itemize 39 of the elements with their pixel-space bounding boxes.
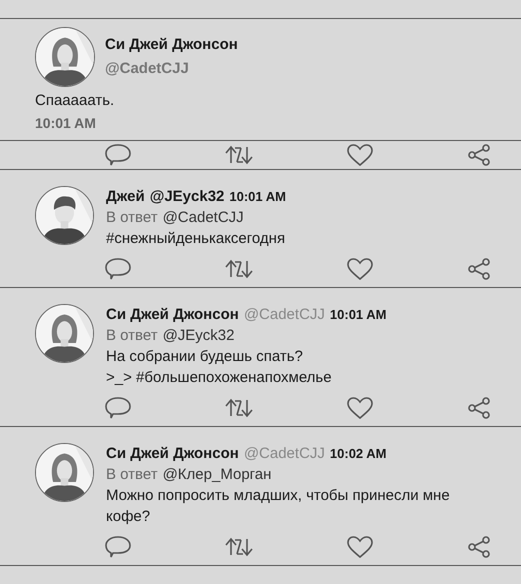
share-icon[interactable] <box>467 536 491 558</box>
author-handle: @JEyck32 <box>150 187 224 207</box>
tweet-time: 10:01 AM <box>35 114 97 133</box>
retweet-icon[interactable] <box>225 537 253 557</box>
reply-icon[interactable] <box>105 536 131 558</box>
retweet-icon[interactable] <box>225 259 253 279</box>
author-name: Си Джей Джонсон <box>106 305 239 325</box>
author-name: Си Джей Джонсон <box>105 35 238 55</box>
tweet-text: Можно попросить младших, чтобы принесли мне кофе? <box>106 486 451 527</box>
author-handle: @CadetCJJ <box>105 59 190 79</box>
reply-icon[interactable] <box>105 258 131 280</box>
reply-label: В ответ <box>106 208 158 228</box>
tweet-text: На собрании будешь спать? <box>106 347 304 367</box>
share-icon[interactable] <box>467 397 491 419</box>
like-icon[interactable] <box>347 144 373 166</box>
reply-handle-link[interactable]: @Клер_Морган <box>162 464 272 485</box>
retweet-icon[interactable] <box>225 145 253 165</box>
reply-handle-link[interactable]: @JEyck32 <box>162 325 234 346</box>
reply-label: В ответ <box>106 326 158 346</box>
tweet-time: 10:01 AM <box>330 306 387 324</box>
author-name: Си Джей Джонсон <box>106 444 239 464</box>
tweet-text: >_> #большепохоженапохмелье <box>106 368 333 388</box>
retweet-icon[interactable] <box>225 398 253 418</box>
tweet-text: Спааааать. <box>35 91 116 111</box>
author-name: Джей <box>106 187 145 207</box>
reply-icon[interactable] <box>105 397 131 419</box>
reply-handle-link[interactable]: @CadetCJJ <box>162 207 244 228</box>
author-handle: @CadetCJJ <box>244 305 325 325</box>
author-handle: @CadetCJJ <box>244 444 325 464</box>
reply-label: В ответ <box>106 465 158 485</box>
like-icon[interactable] <box>347 258 373 280</box>
like-icon[interactable] <box>347 397 373 419</box>
tweet-time: 10:02 AM <box>330 445 387 463</box>
reply-icon[interactable] <box>105 144 131 166</box>
like-icon[interactable] <box>347 536 373 558</box>
tweet-text: #снежныйденькаксегодня <box>106 229 286 249</box>
share-icon[interactable] <box>467 258 491 280</box>
tweet-time: 10:01 AM <box>229 188 286 206</box>
share-icon[interactable] <box>467 144 491 166</box>
